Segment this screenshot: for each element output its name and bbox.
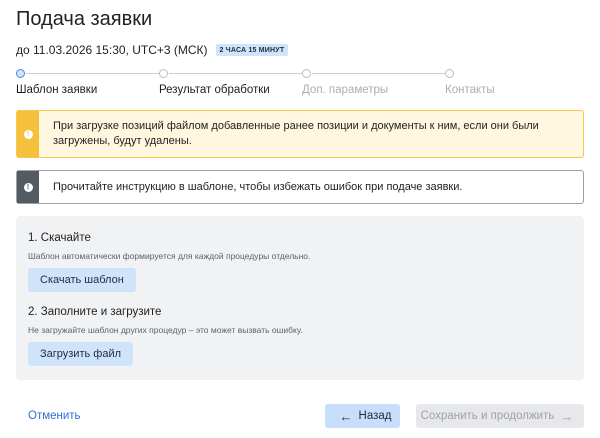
save-continue-button[interactable]: Сохранить и продолжить →: [416, 404, 584, 428]
warning-alert: ! При загрузке позиций файлом добавленны…: [16, 110, 584, 158]
step-connector: [169, 73, 302, 74]
cancel-link[interactable]: Отменить: [28, 410, 81, 422]
upload-section-hint: Не загружайте шаблон других процедур – э…: [28, 325, 303, 335]
step-dot-contacts: [445, 69, 454, 78]
step-connector: [26, 73, 159, 74]
exclamation-icon: !: [23, 182, 33, 192]
step-dot-template: [16, 69, 25, 78]
download-section-hint: Шаблон автоматически формируется для каж…: [28, 251, 311, 261]
time-left-badge: 2 ЧАСА 15 МИНУТ: [215, 44, 289, 56]
upload-file-button[interactable]: Загрузить файл: [28, 342, 134, 366]
upload-panel: 1. Скачайте Шаблон автоматически формиру…: [16, 216, 584, 380]
arrow-left-icon: ←: [339, 408, 353, 424]
back-button-label: Назад: [358, 410, 392, 422]
warning-stripe: !: [17, 111, 39, 157]
deadline-row: до 11.03.2026 15:30, UTC+3 (МСК) 2 ЧАСА …: [16, 43, 289, 57]
info-stripe: !: [17, 171, 39, 203]
step-label-contacts: Контакты: [445, 84, 495, 96]
deadline-text: до 11.03.2026 15:30, UTC+3 (МСК): [16, 43, 208, 57]
upload-section-title: 2. Заполните и загрузите: [28, 306, 162, 318]
step-label-params: Доп. параметры: [302, 84, 389, 96]
warning-text: При загрузке позиций файлом добавленные …: [53, 120, 539, 147]
step-label-template[interactable]: Шаблон заявки: [16, 84, 97, 96]
exclamation-icon: !: [23, 129, 33, 139]
step-dot-params: [302, 69, 311, 78]
download-template-button[interactable]: Скачать шаблон: [28, 268, 136, 292]
back-button[interactable]: ← Назад: [325, 404, 400, 428]
step-label-result[interactable]: Результат обработки: [159, 84, 270, 96]
save-continue-label: Сохранить и продолжить: [420, 410, 555, 422]
info-text: Прочитайте инструкцию в шаблоне, чтобы и…: [53, 180, 463, 193]
step-connector: [312, 73, 445, 74]
page-title: Подача заявки: [16, 8, 153, 30]
info-alert: ! Прочитайте инструкцию в шаблоне, чтобы…: [16, 170, 584, 204]
arrow-right-icon: →: [560, 408, 574, 424]
download-section-title: 1. Скачайте: [28, 232, 91, 244]
progress-stepper: Шаблон заявки Результат обработки Доп. п…: [16, 69, 576, 99]
step-dot-result: [159, 69, 168, 78]
